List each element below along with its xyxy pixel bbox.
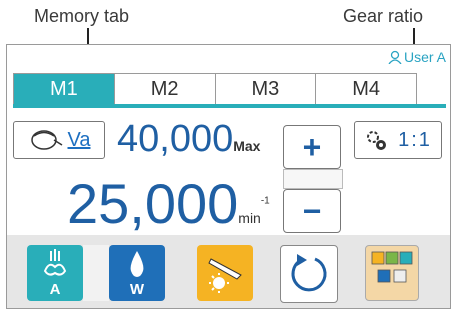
speed-adjust: + − <box>283 125 343 233</box>
mode-button[interactable]: Va <box>13 121 105 159</box>
tab-m4[interactable]: M4 <box>315 74 416 104</box>
water-button[interactable]: W <box>109 245 165 301</box>
user-icon <box>388 50 402 64</box>
gear-ratio-value: 1:1 <box>398 128 432 151</box>
settings-grid-button[interactable] <box>365 245 419 301</box>
water-drop-icon <box>130 251 144 277</box>
handpiece-icon <box>30 130 62 150</box>
mode-label: Va <box>67 128 91 151</box>
max-speed-value: 40,000 <box>117 118 234 160</box>
control-screen: User A M1 M2 M3 M4 Va 40,000Max 25,000mi… <box>6 44 451 309</box>
settings-grid-icon <box>371 251 413 283</box>
tab-m1[interactable]: M1 <box>14 74 114 104</box>
current-speed: 25,000min -1 <box>67 171 270 236</box>
bottom-toolbar: A W <box>7 235 450 308</box>
gear-icon <box>367 131 387 150</box>
decrease-button[interactable]: − <box>283 189 341 233</box>
speed-unit: min <box>238 210 261 226</box>
tab-underline <box>13 104 446 108</box>
water-letter: W <box>129 281 145 298</box>
speed-unit-exponent: -1 <box>260 195 270 207</box>
gear-ratio-button[interactable]: 1:1 <box>354 121 442 159</box>
user-indicator[interactable]: User A <box>388 49 446 65</box>
light-button[interactable] <box>197 245 253 301</box>
current-speed-value: 25,000 <box>67 172 239 235</box>
air-button[interactable]: A <box>27 245 83 301</box>
tab-m3[interactable]: M3 <box>214 74 316 104</box>
memory-tabs: M1 M2 M3 M4 <box>13 73 417 105</box>
light-icon <box>208 258 242 293</box>
max-speed: 40,000Max <box>117 118 260 161</box>
rotation-icon <box>291 254 327 292</box>
rotation-button[interactable] <box>280 245 338 303</box>
max-label: Max <box>233 138 261 154</box>
air-water-separator <box>83 245 109 301</box>
gear-ratio-callout: Gear ratio <box>343 6 424 26</box>
air-icon <box>43 249 67 276</box>
tab-m2[interactable]: M2 <box>113 74 215 104</box>
air-letter: A <box>49 281 61 298</box>
memory-tab-callout: Memory tab <box>34 6 130 26</box>
increase-button[interactable]: + <box>283 125 341 169</box>
adjust-divider <box>283 169 343 189</box>
user-label: User A <box>403 49 446 65</box>
